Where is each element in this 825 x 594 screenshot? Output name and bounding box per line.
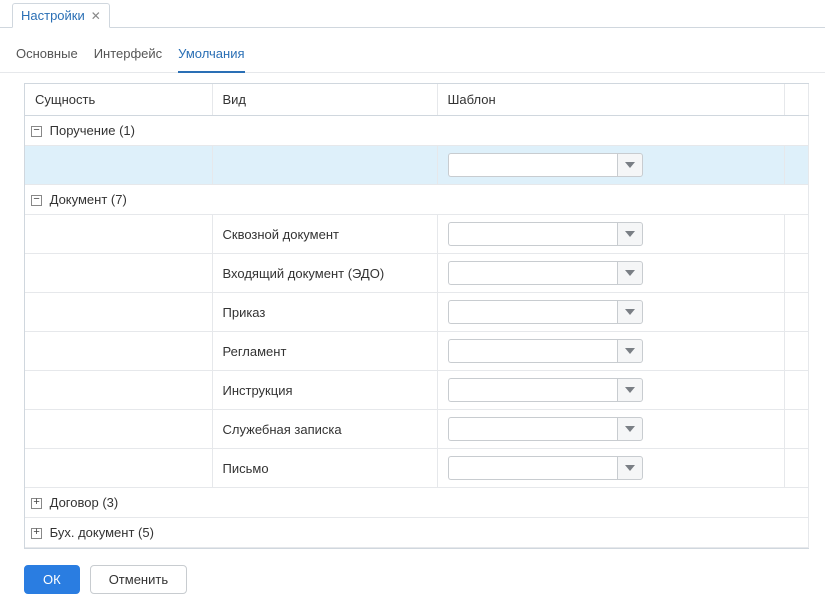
nav-tabs: Основные Интерфейс Умолчания — [0, 28, 825, 73]
template-select[interactable] — [448, 222, 643, 246]
footer: ОК Отменить — [0, 549, 825, 594]
tab-defaults[interactable]: Умолчания — [178, 40, 244, 73]
table-row[interactable]: Инструкция — [25, 371, 809, 410]
template-select-input[interactable] — [448, 417, 617, 441]
template-select[interactable] — [448, 339, 643, 363]
close-icon[interactable]: ✕ — [91, 10, 101, 22]
chevron-down-icon[interactable] — [617, 417, 643, 441]
table-row[interactable]: Приказ — [25, 293, 809, 332]
template-select-input[interactable] — [448, 300, 617, 324]
template-select[interactable] — [448, 153, 643, 177]
collapse-icon[interactable]: − — [31, 195, 42, 206]
kind-cell: Регламент — [212, 332, 437, 371]
chevron-down-icon[interactable] — [617, 456, 643, 480]
template-select[interactable] — [448, 300, 643, 324]
chevron-down-icon[interactable] — [617, 378, 643, 402]
template-select-input[interactable] — [448, 339, 617, 363]
tab-interface[interactable]: Интерфейс — [94, 40, 162, 73]
template-select[interactable] — [448, 417, 643, 441]
group-label: Документ (7) — [50, 192, 127, 207]
kind-cell: Письмо — [212, 449, 437, 488]
cancel-button[interactable]: Отменить — [90, 565, 187, 594]
template-select[interactable] — [448, 378, 643, 402]
column-header-entity[interactable]: Сущность — [25, 84, 212, 116]
table-header-row: Сущность Вид Шаблон — [25, 84, 809, 116]
defaults-table: Сущность Вид Шаблон − Поручение (1) — [25, 84, 809, 548]
group-label: Договор (3) — [50, 495, 119, 510]
column-header-actions — [785, 84, 809, 116]
kind-cell: Сквозной документ — [212, 215, 437, 254]
template-select-input[interactable] — [448, 456, 617, 480]
ok-button[interactable]: ОК — [24, 565, 80, 594]
chevron-down-icon[interactable] — [617, 222, 643, 246]
table-row[interactable]: Сквозной документ — [25, 215, 809, 254]
group-row-contract[interactable]: + Договор (3) — [25, 488, 809, 518]
template-select-input[interactable] — [448, 261, 617, 285]
chevron-down-icon[interactable] — [617, 339, 643, 363]
column-header-kind[interactable]: Вид — [212, 84, 437, 116]
column-header-template[interactable]: Шаблон — [437, 84, 785, 116]
window-tab-strip: Настройки ✕ — [0, 0, 825, 28]
chevron-down-icon[interactable] — [617, 261, 643, 285]
template-select-input[interactable] — [448, 378, 617, 402]
expand-icon[interactable]: + — [31, 498, 42, 509]
group-row-assignment[interactable]: − Поручение (1) — [25, 116, 809, 146]
table-row[interactable]: Служебная записка — [25, 410, 809, 449]
template-select[interactable] — [448, 456, 643, 480]
group-row-document[interactable]: − Документ (7) — [25, 185, 809, 215]
chevron-down-icon[interactable] — [617, 300, 643, 324]
table-row[interactable]: Письмо — [25, 449, 809, 488]
defaults-table-container: Сущность Вид Шаблон − Поручение (1) — [24, 83, 809, 549]
kind-cell: Служебная записка — [212, 410, 437, 449]
table-row[interactable]: Регламент — [25, 332, 809, 371]
table-row[interactable] — [25, 146, 809, 185]
expand-icon[interactable]: + — [31, 528, 42, 539]
template-select-input[interactable] — [448, 153, 617, 177]
group-label: Поручение (1) — [50, 123, 135, 138]
kind-cell: Инструкция — [212, 371, 437, 410]
template-select-input[interactable] — [448, 222, 617, 246]
chevron-down-icon[interactable] — [617, 153, 643, 177]
kind-cell: Приказ — [212, 293, 437, 332]
kind-cell: Входящий документ (ЭДО) — [212, 254, 437, 293]
collapse-icon[interactable]: − — [31, 126, 42, 137]
group-label: Бух. документ (5) — [50, 525, 154, 540]
window-tab-label: Настройки — [21, 8, 85, 23]
window-tab-settings[interactable]: Настройки ✕ — [12, 3, 110, 28]
tab-basic[interactable]: Основные — [16, 40, 78, 73]
group-row-accounting[interactable]: + Бух. документ (5) — [25, 518, 809, 548]
template-select[interactable] — [448, 261, 643, 285]
table-row[interactable]: Входящий документ (ЭДО) — [25, 254, 809, 293]
